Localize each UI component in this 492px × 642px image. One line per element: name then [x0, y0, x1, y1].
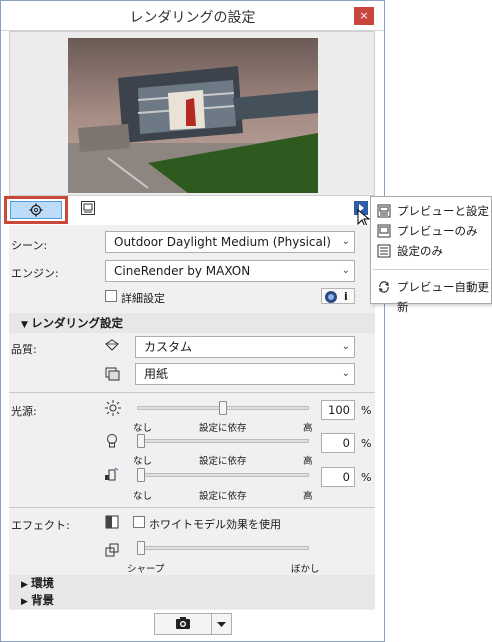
quality-select[interactable]: カスタム ⌄	[135, 336, 355, 358]
other-light-slider-track[interactable]	[137, 473, 309, 477]
background-title: 背景	[31, 593, 55, 607]
auto-refresh-icon	[379, 281, 389, 293]
render-button-group	[154, 613, 232, 635]
divider	[9, 507, 375, 508]
quality-label: 品質:	[11, 343, 37, 356]
divider	[9, 392, 375, 393]
render-options-dropdown[interactable]	[212, 614, 231, 634]
lamp-min-label: なし	[133, 456, 153, 467]
sun-unit: %	[361, 404, 372, 417]
chevron-down-icon: ⌄	[341, 368, 350, 379]
preview-and-settings-icon	[377, 204, 391, 218]
sun-value-input[interactable]: 100	[321, 400, 355, 420]
environment-title: 環境	[31, 576, 55, 590]
light-label: 光源:	[11, 405, 37, 418]
menu-divider	[373, 269, 489, 270]
view-toolbar	[1, 196, 384, 228]
triangle-down-icon: ▼	[21, 320, 32, 330]
sun-slider-thumb[interactable]	[219, 401, 227, 415]
window-title: レンダリングの設定	[129, 10, 256, 26]
sun-min-label: なし	[133, 423, 153, 434]
lamp-max-label: 高	[303, 456, 313, 467]
chevron-down-icon: ⌄	[341, 265, 350, 276]
effects-label: エフェクト:	[11, 519, 70, 532]
title-bar[interactable]: レンダリングの設定 ×	[1, 1, 384, 31]
menu-item-label: プレビュー自動更新	[397, 280, 489, 314]
building-light-icon	[105, 467, 119, 481]
other-light-max-label: 高	[303, 491, 313, 502]
engine-info-button[interactable]: i	[321, 288, 355, 304]
close-button[interactable]: ×	[354, 7, 374, 25]
sun-max-label: 高	[303, 423, 313, 434]
menu-item-settings-only[interactable]: 設定のみ	[375, 241, 491, 261]
advanced-settings-label: 詳細設定	[121, 292, 165, 305]
camera-icon	[176, 617, 190, 629]
render-settings-header[interactable]: ▼ レンダリング設定	[9, 313, 375, 333]
lamp-mid-label: 設定に依存	[199, 456, 247, 467]
engine-value: CineRender by MAXON	[114, 264, 251, 278]
settings-view-button[interactable]	[4, 196, 68, 224]
environment-section-header[interactable]: ▶ 環境	[9, 575, 375, 592]
background-section-header[interactable]: ▶ 背景	[9, 592, 375, 609]
paper-size-select[interactable]: 用紙 ⌄	[135, 363, 355, 385]
render-preview-image	[68, 38, 318, 193]
blur-slider-track[interactable]	[137, 546, 309, 550]
diamond-quality-icon	[105, 339, 119, 351]
paper-size-icon	[105, 367, 120, 381]
other-light-slider-thumb[interactable]	[137, 468, 145, 482]
white-model-icon	[105, 515, 119, 529]
cinerender-logo-icon	[325, 291, 337, 303]
preview-only-icon	[377, 224, 391, 238]
rendering-settings-window: レンダリングの設定 × シーン: Outdoor Daylight Medium…	[0, 0, 385, 642]
triangle-right-icon: ▶	[21, 597, 32, 607]
render-button[interactable]	[155, 614, 211, 634]
sun-icon	[105, 400, 121, 416]
menu-item-auto-refresh[interactable]: プレビュー自動更新	[375, 277, 491, 314]
chevron-down-icon: ⌄	[341, 236, 350, 247]
white-model-label: ホワイトモデル効果を使用	[149, 518, 281, 531]
chevron-down-icon	[217, 622, 226, 627]
lamp-value-input[interactable]: 0	[321, 433, 355, 453]
advanced-settings-checkbox[interactable]	[105, 290, 117, 302]
paper-size-value: 用紙	[144, 367, 169, 381]
other-light-unit: %	[361, 471, 372, 484]
quality-value: カスタム	[144, 340, 193, 354]
sharp-label: シャープ	[127, 564, 165, 575]
info-icon: i	[344, 290, 348, 303]
menu-item-label: 設定のみ	[397, 244, 443, 258]
blur-slider-thumb[interactable]	[137, 541, 145, 555]
preview-frame-icon	[83, 203, 93, 213]
preview-view-button[interactable]	[81, 201, 95, 215]
preview-area	[9, 31, 375, 196]
menu-item-label: プレビューのみ	[397, 224, 478, 238]
menu-item-label: プレビューと設定	[397, 204, 489, 218]
scene-value: Outdoor Daylight Medium (Physical)	[114, 235, 331, 249]
other-light-mid-label: 設定に依存	[199, 491, 247, 502]
lamp-slider-thumb[interactable]	[137, 434, 145, 448]
engine-select[interactable]: CineRender by MAXON ⌄	[105, 260, 355, 282]
menu-item-preview-and-settings[interactable]: プレビューと設定	[375, 201, 491, 221]
other-light-value-input[interactable]: 0	[321, 467, 355, 487]
menu-item-preview-only[interactable]: プレビューのみ	[375, 221, 491, 241]
settings-panel: シーン: Outdoor Daylight Medium (Physical) …	[9, 225, 375, 610]
scene-label: シーン:	[11, 239, 48, 252]
lamp-unit: %	[361, 437, 372, 450]
render-settings-title: レンダリング設定	[31, 316, 124, 330]
view-options-popup: プレビューと設定 プレビューのみ 設定のみ プレビュー自動更新	[370, 196, 492, 314]
gear-icon	[29, 203, 43, 217]
sun-mid-label: 設定に依存	[199, 423, 247, 434]
settings-only-icon	[377, 244, 391, 258]
lightbulb-icon	[107, 434, 117, 448]
other-light-min-label: なし	[133, 491, 153, 502]
white-model-checkbox[interactable]	[133, 516, 145, 528]
chevron-down-icon: ⌄	[341, 341, 350, 352]
engine-label: エンジン:	[11, 267, 59, 280]
blur-effect-icon	[105, 543, 119, 557]
scene-select[interactable]: Outdoor Daylight Medium (Physical) ⌄	[105, 231, 355, 253]
blur-label: ぼかし	[291, 564, 320, 575]
triangle-right-icon: ▶	[21, 580, 32, 590]
lamp-slider-track[interactable]	[137, 439, 309, 443]
